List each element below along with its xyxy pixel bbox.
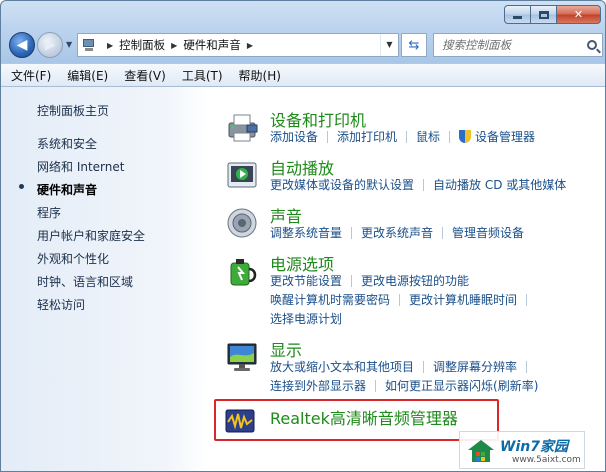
control-panel-icon — [82, 38, 98, 52]
back-button[interactable]: ◀ — [9, 32, 35, 58]
breadcrumb-hardware-sound[interactable]: 硬件和声音 — [183, 37, 241, 53]
watermark: Win7家园 www.5aixt.com — [459, 431, 585, 469]
link-divider — [423, 360, 425, 373]
menu-view[interactable]: 查看(V) — [124, 67, 166, 84]
menu-bar: 文件(F) 编辑(E) 查看(V) 工具(T) 帮助(H) — [1, 63, 605, 87]
link-change-media-defaults[interactable]: 更改媒体或设备的默认设置 — [270, 176, 414, 193]
back-arrow-icon: ◀ — [16, 37, 28, 53]
link-connect-external-display[interactable]: 连接到外部显示器 — [270, 377, 366, 394]
autoplay-icon — [227, 162, 257, 188]
breadcrumb: ▶ 控制面板 ▶ 硬件和声音 ▶ — [101, 37, 259, 53]
links-row: 连接到外部显示器 如何更正显示器闪烁(刷新率) — [270, 377, 538, 394]
printer-icon — [228, 114, 258, 142]
sidebar-item-programs[interactable]: 程序 — [37, 204, 61, 221]
sidebar-item-system-security[interactable]: 系统和安全 — [37, 135, 97, 152]
refresh-icon: ⇆ — [408, 37, 420, 53]
link-change-power-saving[interactable]: 更改节能设置 — [270, 272, 342, 289]
uac-shield-icon — [459, 130, 472, 143]
link-add-printer[interactable]: 添加打印机 — [337, 128, 397, 145]
navigation-bar: ◀ ▶ ▼ ▶ 控制面板 ▶ 硬件和声音 ▶ ▼ ⇆ — [1, 29, 605, 61]
sidebar-item-appearance[interactable]: 外观和个性化 — [37, 250, 109, 267]
breadcrumb-chevron-icon[interactable]: ▶ — [107, 41, 113, 50]
link-choose-power-plan[interactable]: 选择电源计划 — [270, 310, 342, 327]
links-row: 放大或缩小文本和其他项目 调整屏幕分辨率 — [270, 358, 536, 375]
active-bullet-icon — [19, 184, 24, 189]
link-divider — [526, 360, 528, 373]
menu-help[interactable]: 帮助(H) — [239, 67, 281, 84]
link-add-device[interactable]: 添加设备 — [270, 128, 318, 145]
links-row: 添加设备 添加打印机 鼠标 设备管理器 — [270, 128, 535, 145]
search-input[interactable] — [434, 35, 582, 55]
menu-file[interactable]: 文件(F) — [11, 67, 51, 84]
sidebar-item-hardware-sound[interactable]: 硬件和声音 — [37, 181, 97, 198]
link-divider — [442, 226, 444, 239]
link-divider — [449, 130, 451, 143]
link-require-password-wake[interactable]: 唤醒计算机时需要密码 — [270, 291, 390, 308]
maximize-button[interactable] — [531, 5, 557, 24]
links-row: 唤醒计算机时需要密码 更改计算机睡眠时间 — [270, 291, 536, 308]
forward-button[interactable]: ▶ — [37, 32, 63, 58]
sidebar: 控制面板主页 系统和安全 网络和 Internet 硬件和声音 程序 用户帐户和… — [1, 87, 207, 471]
forward-arrow-icon: ▶ — [44, 37, 56, 53]
search-icon[interactable] — [582, 40, 602, 50]
link-autoplay-cd[interactable]: 自动播放 CD 或其他媒体 — [433, 176, 566, 193]
refresh-button[interactable]: ⇆ — [401, 33, 427, 57]
sidebar-item-clock-language[interactable]: 时钟、语言和区域 — [37, 273, 133, 290]
link-divider — [351, 226, 353, 239]
display-icon — [227, 343, 257, 371]
menu-tools[interactable]: 工具(T) — [182, 67, 223, 84]
address-bar[interactable]: ▶ 控制面板 ▶ 硬件和声音 ▶ ▼ — [77, 33, 399, 57]
link-manage-audio-devices[interactable]: 管理音频设备 — [452, 224, 524, 241]
caption-buttons: ✕ — [504, 5, 601, 24]
link-divider — [406, 130, 408, 143]
speaker-icon — [227, 208, 257, 238]
win7-home-logo-icon — [468, 440, 494, 462]
link-change-sleep-time[interactable]: 更改计算机睡眠时间 — [409, 291, 517, 308]
address-dropdown-button[interactable]: ▼ — [380, 34, 398, 56]
watermark-brand: Win7家园 — [500, 439, 568, 455]
sidebar-item-control-panel-home[interactable]: 控制面板主页 — [37, 102, 109, 119]
sidebar-item-user-accounts[interactable]: 用户帐户和家庭安全 — [37, 227, 145, 244]
links-row: 更改媒体或设备的默认设置 自动播放 CD 或其他媒体 — [270, 176, 566, 193]
breadcrumb-chevron-icon[interactable]: ▶ — [171, 41, 177, 50]
link-adjust-volume[interactable]: 调整系统音量 — [270, 224, 342, 241]
link-power-button-function[interactable]: 更改电源按钮的功能 — [361, 272, 469, 289]
link-adjust-resolution[interactable]: 调整屏幕分辨率 — [433, 358, 517, 375]
close-icon: ✕ — [573, 8, 584, 21]
menu-edit[interactable]: 编辑(E) — [67, 67, 108, 84]
search-box — [433, 33, 603, 57]
realtek-audio-manager-link[interactable]: Realtek高清晰音频管理器 — [270, 405, 458, 429]
links-row: 调整系统音量 更改系统声音 管理音频设备 — [270, 224, 524, 241]
sidebar-item-network-internet[interactable]: 网络和 Internet — [37, 158, 124, 175]
link-fix-flicker[interactable]: 如何更正显示器闪烁(刷新率) — [385, 377, 538, 394]
link-divider — [526, 293, 528, 306]
close-button[interactable]: ✕ — [557, 5, 601, 24]
maximize-icon — [538, 10, 549, 19]
link-device-manager[interactable]: 设备管理器 — [475, 128, 535, 145]
realtek-audio-icon — [225, 409, 255, 433]
links-row: 更改节能设置 更改电源按钮的功能 — [270, 272, 469, 289]
link-divider — [351, 274, 353, 287]
power-options-icon — [230, 259, 257, 286]
link-divider — [375, 379, 377, 392]
links-row: 选择电源计划 — [270, 310, 342, 327]
breadcrumb-control-panel[interactable]: 控制面板 — [119, 37, 165, 53]
link-divider — [399, 293, 401, 306]
link-change-system-sounds[interactable]: 更改系统声音 — [361, 224, 433, 241]
watermark-url: www.5aixt.com — [512, 455, 581, 465]
control-panel-window: ✕ ◀ ▶ ▼ ▶ 控制面板 ▶ 硬件和声音 ▶ ▼ ⇆ 文件(F) 编辑(E)… — [0, 0, 606, 472]
link-divider — [423, 178, 425, 191]
link-divider — [327, 130, 329, 143]
link-mouse[interactable]: 鼠标 — [416, 128, 440, 145]
link-zoom-text[interactable]: 放大或缩小文本和其他项目 — [270, 358, 414, 375]
sidebar-item-ease-of-access[interactable]: 轻松访问 — [37, 296, 85, 313]
minimize-icon — [513, 16, 522, 19]
minimize-button[interactable] — [504, 5, 531, 24]
recent-pages-dropdown[interactable]: ▼ — [66, 40, 72, 49]
breadcrumb-chevron-icon[interactable]: ▶ — [247, 41, 253, 50]
